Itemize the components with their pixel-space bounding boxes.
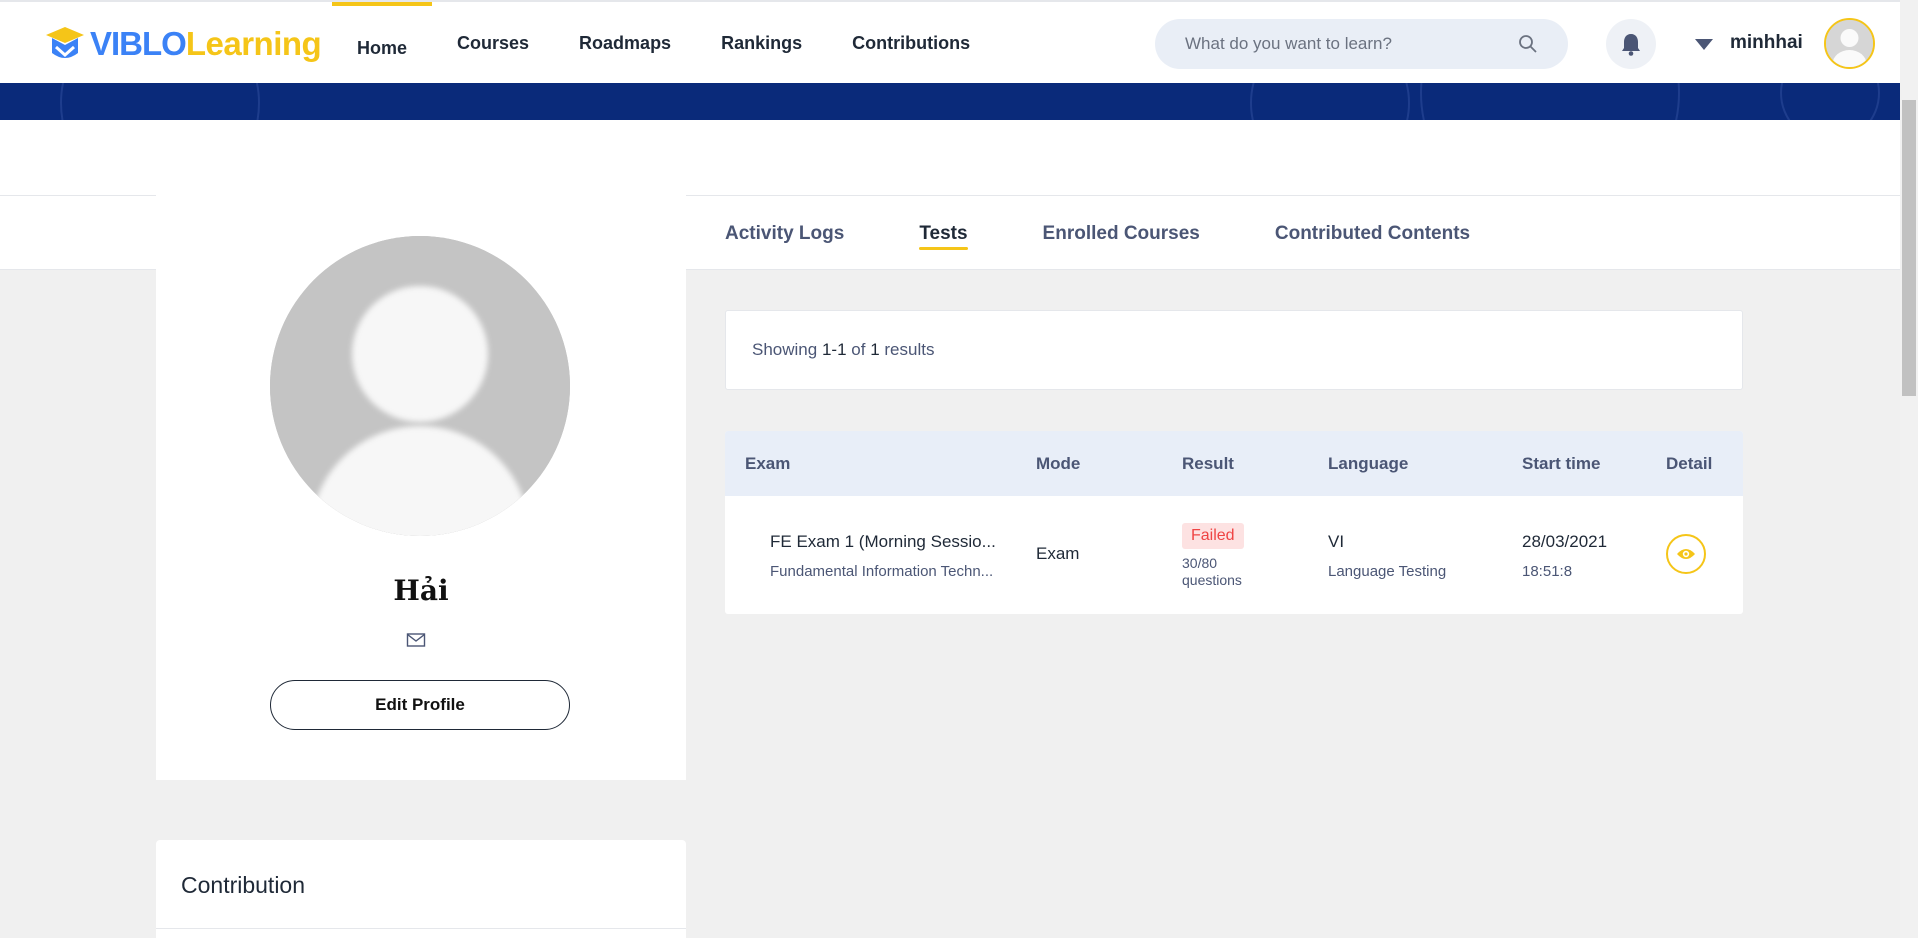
- main-nav: Home Courses Roadmaps Rankings Contribut…: [332, 2, 995, 85]
- column-header-exam: Exam: [745, 454, 791, 473]
- contribution-title: Contribution: [181, 872, 306, 898]
- exam-subtitle: Fundamental Information Techn...: [770, 563, 994, 580]
- start-time: 18:51:8: [1522, 563, 1573, 580]
- search-icon[interactable]: [1518, 34, 1538, 54]
- banner-decoration: [1250, 83, 1410, 120]
- search-input[interactable]: [1185, 34, 1518, 54]
- divider: [156, 928, 686, 929]
- profile-header-band: [0, 120, 1900, 195]
- default-avatar-icon: [270, 236, 570, 536]
- language-value: VI: [1328, 532, 1345, 551]
- graduation-cap-icon: [46, 27, 84, 58]
- results-suffix: results: [884, 340, 935, 359]
- results-text: Showing 1-1 of 1 results: [752, 340, 934, 360]
- results-total: 1: [870, 340, 880, 359]
- nav-rankings[interactable]: Rankings: [696, 2, 827, 85]
- results-prefix: Showing: [752, 340, 818, 359]
- mode-value: Exam: [1036, 544, 1080, 563]
- results-range: 1-1: [821, 340, 847, 359]
- result-score: 30/80: [1182, 555, 1218, 571]
- default-avatar-icon: [1826, 20, 1873, 67]
- bell-icon: [1622, 34, 1640, 56]
- tests-table: Exam Mode Result Language Start time Det…: [725, 431, 1743, 614]
- column-header-detail: Detail: [1666, 454, 1713, 473]
- tab-contributed-contents[interactable]: Contributed Contents: [1275, 196, 1470, 271]
- search-bar: [1155, 19, 1568, 69]
- user-name[interactable]: minhhai: [1730, 32, 1803, 54]
- language-sub: Language Testing: [1328, 563, 1447, 580]
- nav-roadmaps[interactable]: Roadmaps: [554, 2, 696, 85]
- column-header-language: Language: [1328, 454, 1409, 473]
- results-of: of: [851, 340, 866, 359]
- profile-name: Hải: [393, 574, 449, 607]
- mail-icon[interactable]: [406, 632, 426, 648]
- result-unit: questions: [1182, 572, 1242, 588]
- profile-banner: [0, 83, 1900, 120]
- table-header: Exam Mode Result Language Start time Det…: [725, 431, 1743, 496]
- banner-decoration: [60, 83, 260, 120]
- nav-contributions[interactable]: Contributions: [827, 2, 995, 85]
- banner-decoration: [1780, 83, 1880, 120]
- results-summary: Showing 1-1 of 1 results: [725, 310, 1743, 390]
- column-header-result: Result: [1182, 454, 1234, 473]
- logo[interactable]: VIBLO Learning: [44, 21, 322, 67]
- user-avatar[interactable]: [1824, 18, 1875, 69]
- column-header-mode: Mode: [1036, 454, 1081, 473]
- banner-decoration: [1420, 83, 1680, 120]
- column-header-start-time: Start time: [1522, 454, 1601, 473]
- notification-button[interactable]: [1606, 19, 1656, 69]
- view-detail-button[interactable]: [1666, 534, 1706, 574]
- logo-learning-text: Learning: [185, 25, 322, 62]
- start-date: 28/03/2021: [1522, 532, 1608, 551]
- profile-tabs: Activity Logs Tests Enrolled Courses Con…: [725, 196, 1545, 271]
- profile-avatar: [270, 236, 570, 536]
- logo-viblo-text: VIBLO: [90, 25, 187, 62]
- tab-activity-logs[interactable]: Activity Logs: [725, 196, 844, 271]
- top-header: VIBLO Learning Home Courses Roadmaps Ran…: [0, 0, 1900, 83]
- profile-card: Hải Edit Profile: [156, 194, 686, 780]
- scrollbar-thumb[interactable]: [1902, 100, 1916, 396]
- eye-icon: [1677, 549, 1695, 559]
- contribution-card: Contribution: [156, 840, 686, 938]
- tab-tests[interactable]: Tests: [919, 196, 968, 271]
- exam-title[interactable]: FE Exam 1 (Morning Sessio...: [770, 532, 996, 552]
- nav-courses[interactable]: Courses: [432, 2, 554, 85]
- nav-home[interactable]: Home: [332, 2, 433, 85]
- edit-profile-button[interactable]: Edit Profile: [270, 680, 570, 730]
- status-badge: Failed: [1182, 523, 1244, 549]
- tab-enrolled-courses[interactable]: Enrolled Courses: [1043, 196, 1200, 271]
- user-menu-caret-icon[interactable]: [1695, 39, 1713, 50]
